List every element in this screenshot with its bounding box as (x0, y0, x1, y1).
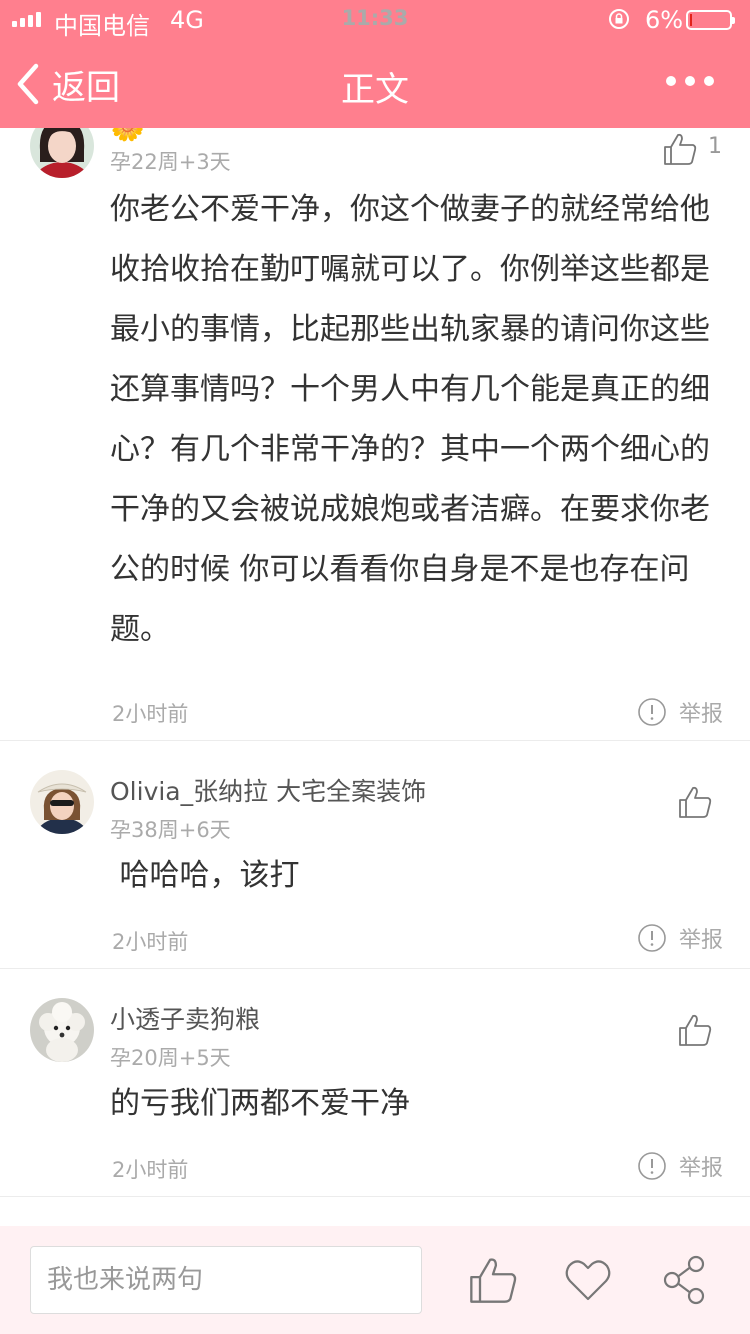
comment-item: 🌼 孕22周+3天 1 你老公不爱干净，你这个做妻子的就经常给他收拾收拾在勤叮嘱… (0, 128, 750, 741)
like-post-button[interactable] (467, 1254, 519, 1306)
report-label: 举报 (679, 928, 724, 953)
comment-text: 的亏我们两都不爱干净 (110, 1086, 410, 1121)
favorite-button[interactable] (562, 1254, 614, 1306)
share-icon (663, 1255, 705, 1305)
bottom-action-bar: 我也来说两句 (0, 1226, 750, 1334)
comment-input-placeholder: 我也来说两句 (47, 1265, 204, 1295)
comment-item: 小透子卖狗粮 孕20周+5天 的亏我们两都不爱干净 2小时前 举报 (0, 968, 750, 1197)
avatar[interactable] (30, 128, 94, 178)
report-button[interactable]: 举报 (637, 1150, 723, 1182)
like-button[interactable] (662, 131, 698, 167)
nav-bar: 返回 正文 (0, 40, 750, 128)
battery-icon (686, 10, 735, 30)
avatar[interactable] (30, 770, 94, 834)
comment-time: 2小时前 (112, 1158, 189, 1182)
like-button[interactable] (677, 784, 713, 820)
dot-icon (666, 76, 676, 86)
heart-icon (565, 1260, 611, 1301)
battery-percent: 6% (645, 6, 684, 34)
comment-text: 哈哈哈，该打 (110, 858, 300, 893)
username[interactable]: 🌼 (110, 128, 145, 143)
clock: 11:33 (341, 6, 409, 30)
pregnancy-week: 孕38周+6天 (110, 818, 231, 842)
avatar[interactable] (30, 998, 94, 1062)
comment-list: 🌼 孕22周+3天 1 你老公不爱干净，你这个做妻子的就经常给他收拾收拾在勤叮嘱… (0, 128, 750, 1226)
comment-time: 2小时前 (112, 930, 189, 954)
report-label: 举报 (679, 1156, 724, 1181)
thumbs-up-icon (664, 133, 697, 165)
thumbs-up-icon (679, 786, 712, 818)
report-label: 举报 (679, 702, 724, 727)
rotation-lock-icon (609, 9, 629, 29)
pregnancy-week: 孕22周+3天 (110, 150, 231, 174)
page-title: 正文 (341, 70, 409, 110)
comment-time: 2小时前 (112, 702, 189, 726)
pregnancy-week: 孕20周+5天 (110, 1046, 231, 1070)
thumbs-up-icon (470, 1258, 517, 1303)
exclamation-circle-icon (638, 924, 666, 952)
report-button[interactable]: 举报 (637, 922, 723, 954)
dot-icon (704, 76, 714, 86)
comment-text: 你老公不爱干净，你这个做妻子的就经常给他收拾收拾在勤叮嘱就可以了。你例举这些都是… (110, 192, 710, 647)
dot-icon (685, 76, 695, 86)
comment-item: Olivia_张纳拉 大宅全案装饰 孕38周+6天 哈哈哈，该打 2小时前 举报 (0, 740, 750, 969)
more-menu-button[interactable] (666, 76, 714, 86)
thumbs-up-icon (679, 1014, 712, 1046)
like-count: 1 (708, 134, 722, 159)
like-button[interactable] (677, 1012, 713, 1048)
exclamation-circle-icon (638, 1152, 666, 1180)
exclamation-circle-icon (638, 698, 666, 726)
username[interactable]: 小透子卖狗粮 (110, 1000, 260, 1036)
username[interactable]: Olivia_张纳拉 大宅全案装饰 (110, 772, 426, 808)
status-bar: 中国电信 4G 11:33 6% (0, 0, 750, 40)
comment-input[interactable]: 我也来说两句 (30, 1246, 422, 1314)
share-button[interactable] (660, 1254, 712, 1306)
report-button[interactable]: 举报 (637, 696, 723, 728)
